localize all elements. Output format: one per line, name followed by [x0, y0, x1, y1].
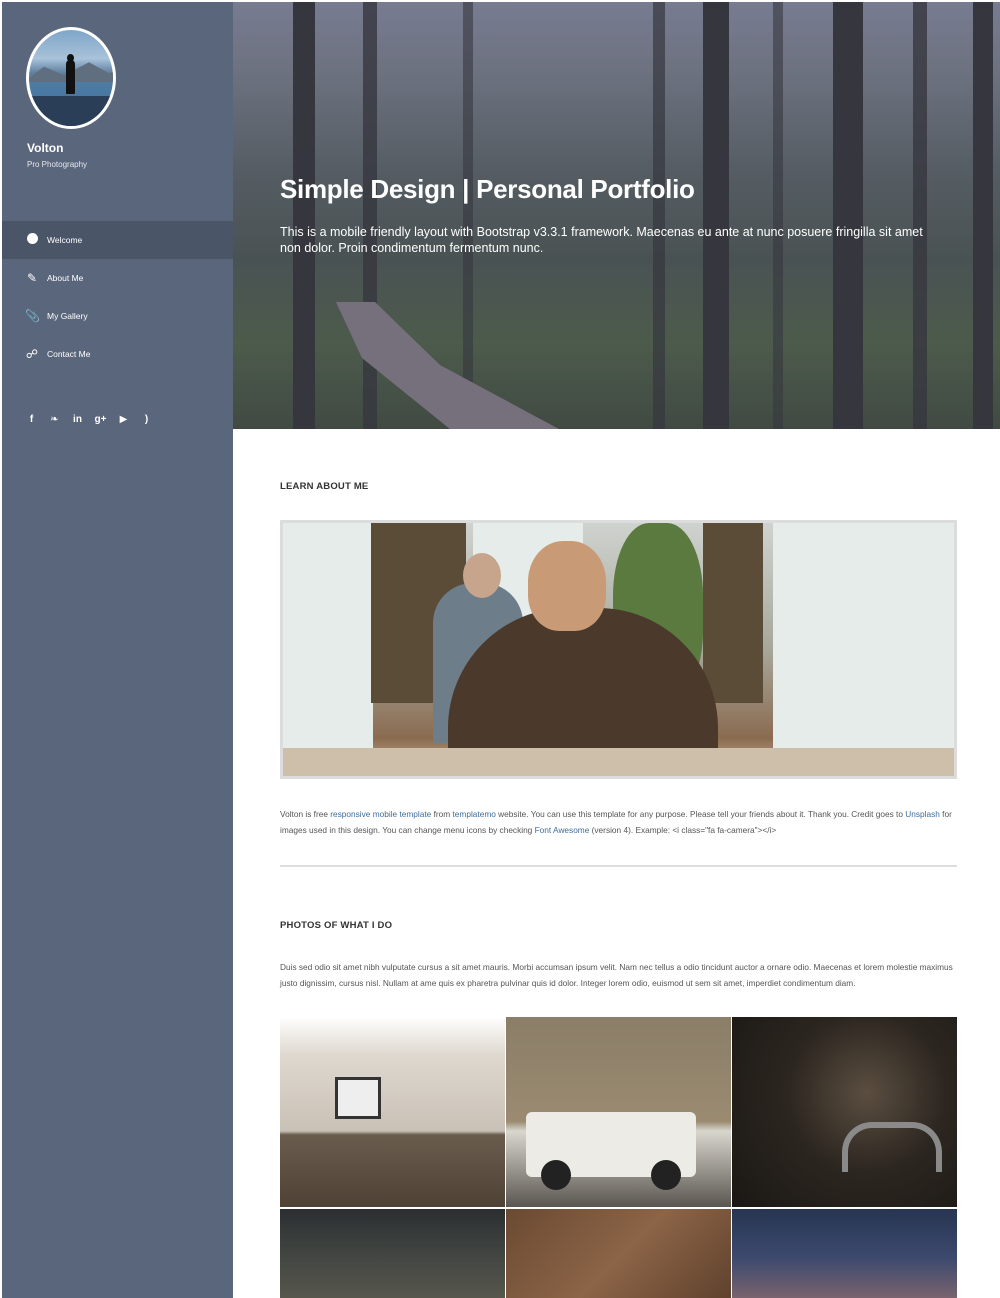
link-icon: ☍ — [25, 347, 39, 361]
sidebar: Volton Pro Photography Welcome ✎ About M… — [2, 2, 233, 1298]
section-title-about: LEARN ABOUT ME — [280, 481, 369, 492]
page: Volton Pro Photography Welcome ✎ About M… — [0, 0, 1000, 1298]
divider — [280, 865, 957, 867]
gallery-photo[interactable] — [732, 1017, 957, 1207]
hero-text: This is a mobile friendly layout with Bo… — [280, 225, 923, 255]
responsive-template-link[interactable]: responsive mobile template — [330, 809, 431, 819]
nav-label: About Me — [47, 273, 84, 283]
about-text: Volton is free responsive mobile templat… — [280, 809, 952, 835]
nav-label: Welcome — [47, 235, 83, 245]
nav-label: My Gallery — [47, 311, 88, 321]
gallery-photo[interactable] — [506, 1017, 731, 1207]
linkedin-icon[interactable]: in — [72, 413, 83, 426]
font-awesome-link[interactable]: Font Awesome — [535, 825, 590, 835]
nav-label: Contact Me — [47, 349, 91, 359]
google-plus-icon[interactable]: g+ — [95, 413, 107, 426]
templatemo-link[interactable]: templatemo — [453, 809, 496, 819]
main-content: LEARN ABOUT ME Volton is free responsive… — [233, 429, 1000, 1298]
brand-subtitle: Pro Photography — [27, 160, 88, 169]
nav-item-my-gallery[interactable]: 📎 My Gallery — [2, 297, 233, 335]
social-links: f ❧ in g+ ▶ ) — [26, 413, 152, 426]
nav-item-contact-me[interactable]: ☍ Contact Me — [2, 335, 233, 373]
paperclip-icon: 📎 — [25, 309, 40, 323]
unsplash-link[interactable]: Unsplash — [905, 809, 940, 819]
photo-gallery — [280, 1017, 957, 1298]
twitter-icon[interactable]: ❧ — [49, 413, 60, 426]
gallery-photo[interactable] — [732, 1209, 957, 1298]
hero-title: Simple Design | Personal Portfolio — [280, 174, 695, 204]
pencil-icon: ✎ — [26, 271, 38, 285]
avatar — [26, 27, 116, 129]
photos-text: Duis sed odio sit amet nibh vulputate cu… — [280, 962, 953, 988]
nav-item-welcome[interactable]: Welcome — [2, 221, 233, 259]
globe-icon — [25, 233, 39, 247]
rss-icon[interactable]: ) — [141, 413, 152, 426]
gallery-photo[interactable] — [280, 1017, 505, 1207]
gallery-photo[interactable] — [506, 1209, 731, 1298]
sidebar-nav: Welcome ✎ About Me 📎 My Gallery ☍ Contac… — [2, 221, 233, 373]
nav-item-about-me[interactable]: ✎ About Me — [2, 259, 233, 297]
section-title-photos: PHOTOS OF WHAT I DO — [280, 920, 393, 931]
about-image — [280, 520, 957, 779]
facebook-icon[interactable]: f — [26, 413, 37, 426]
youtube-icon[interactable]: ▶ — [118, 413, 129, 426]
hero-banner: Simple Design | Personal Portfolio This … — [233, 2, 1000, 429]
brand-name: Volton — [27, 141, 64, 155]
gallery-photo[interactable] — [280, 1209, 505, 1298]
